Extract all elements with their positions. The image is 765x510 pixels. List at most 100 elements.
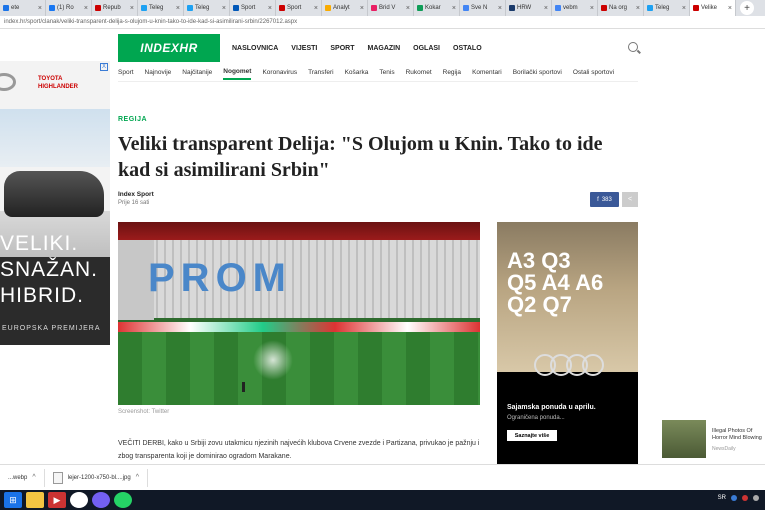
subnav-item[interactable]: Borilački sportovi	[513, 66, 562, 79]
close-tab-icon[interactable]: ×	[360, 5, 364, 12]
alert-icon[interactable]	[742, 495, 748, 501]
browser-tab[interactable]: vebm ×	[552, 0, 598, 16]
facebook-icon: f	[597, 196, 599, 203]
ad-close-icon[interactable]: X	[99, 63, 108, 71]
tab-favicon-icon	[647, 5, 653, 11]
download-item[interactable]: lejer-1200-x750-bl....jpg ^	[45, 468, 148, 487]
subnav-item[interactable]: Ostali sportovi	[573, 66, 614, 79]
subnav-item[interactable]: Košarka	[345, 66, 369, 79]
close-tab-icon[interactable]: ×	[176, 5, 180, 12]
network-icon[interactable]	[731, 495, 737, 501]
close-tab-icon[interactable]: ×	[498, 5, 502, 12]
subnav-item[interactable]: Komentari	[472, 66, 502, 79]
chrome-icon[interactable]	[70, 492, 88, 508]
menu-item[interactable]: OSTALO	[453, 45, 482, 52]
menu-item[interactable]: MAGAZIN	[367, 45, 400, 52]
media-icon[interactable]: ▶	[48, 492, 66, 508]
browser-tab[interactable]: Teleg ×	[184, 0, 230, 16]
toyota-ad[interactable]: TOYOTA HIGHLANDER VELIKI. SNAŽAN. HIBRID.…	[0, 61, 110, 345]
tab-label: Teleg	[655, 5, 670, 11]
ad-cta-button[interactable]: Saznajte više	[507, 430, 557, 441]
start-icon[interactable]: ⊞	[4, 492, 22, 508]
subnav-item[interactable]: Transferi	[308, 66, 333, 79]
search-icon[interactable]	[628, 42, 638, 52]
ad-subline: Ograničena ponuda...	[507, 415, 565, 421]
browser-tab[interactable]: Sve N ×	[460, 0, 506, 16]
share-count: 383	[601, 196, 612, 203]
download-item[interactable]: ...webp ^	[0, 468, 45, 487]
browser-tab[interactable]: (1) Ro ×	[46, 0, 92, 16]
tab-favicon-icon	[509, 5, 515, 11]
menu-item[interactable]: OGLASI	[413, 45, 440, 52]
article-author[interactable]: Index Sport	[118, 191, 154, 198]
menu-item[interactable]: SPORT	[330, 45, 354, 52]
download-name: ...webp	[8, 474, 28, 481]
subnav-item[interactable]: Sport	[118, 66, 134, 79]
menu-item[interactable]: VIJESTI	[291, 45, 317, 52]
tab-favicon-icon	[463, 5, 469, 11]
close-tab-icon[interactable]: ×	[544, 5, 548, 12]
new-tab-button[interactable]: +	[740, 1, 754, 15]
browser-tab[interactable]: Velike ×	[690, 0, 736, 16]
chevron-up-icon[interactable]: ^	[136, 474, 139, 481]
tab-favicon-icon	[417, 5, 423, 11]
browser-tab[interactable]: Sport ×	[276, 0, 322, 16]
browser-tab[interactable]: HRW ×	[506, 0, 552, 16]
language-indicator[interactable]: SR	[718, 495, 726, 501]
browser-tab[interactable]: ete ×	[0, 0, 46, 16]
subnav-item[interactable]: Rukomet	[406, 66, 432, 79]
close-tab-icon[interactable]: ×	[222, 5, 226, 12]
chevron-up-icon[interactable]: ^	[32, 474, 35, 481]
close-tab-icon[interactable]: ×	[590, 5, 594, 12]
tab-label: HRW	[517, 5, 532, 11]
downloads-bar: ...webp ^ lejer-1200-x750-bl....jpg ^	[0, 464, 765, 490]
browser-tab[interactable]: Teleg ×	[644, 0, 690, 16]
tab-favicon-icon	[3, 5, 9, 11]
folder-icon[interactable]	[26, 492, 44, 508]
address-bar[interactable]: index.hr/sport/clanak/veliki-transparent…	[0, 16, 765, 29]
browser-tab[interactable]: Kokar ×	[414, 0, 460, 16]
promo-title[interactable]: Illegal Photos Of Horror Mind Blowing	[712, 428, 765, 442]
browser-tab[interactable]: Repub ×	[92, 0, 138, 16]
close-tab-icon[interactable]: ×	[636, 5, 640, 12]
close-tab-icon[interactable]: ×	[728, 5, 732, 12]
facebook-share-button[interactable]: f 383	[590, 192, 619, 207]
close-tab-icon[interactable]: ×	[268, 5, 272, 12]
subnav-item[interactable]: Najnovije	[145, 66, 172, 79]
browser-tab[interactable]: Sport ×	[230, 0, 276, 16]
subnav-item[interactable]: Najčitanije	[182, 66, 212, 79]
audi-ad[interactable]: A3 Q3 Q5 A4 A6 Q2 Q7 Sajamska ponuda u a…	[497, 222, 638, 464]
sponsored-widget[interactable]: Illegal Photos Of Horror Mind Blowing Ne…	[662, 420, 765, 460]
subnav-item[interactable]: Nogomet	[223, 65, 252, 80]
close-tab-icon[interactable]: ×	[406, 5, 410, 12]
close-tab-icon[interactable]: ×	[38, 5, 42, 12]
article-category[interactable]: REGIJA	[118, 116, 147, 123]
taskbar: ⊞ ▶ SR	[0, 490, 765, 510]
article-body: VEČITI DERBI, kako u Srbiji zovu utakmic…	[118, 440, 480, 460]
subnav-item[interactable]: Tenis	[379, 66, 394, 79]
menu-item[interactable]: NASLOVNICA	[232, 45, 278, 52]
ad-headline: VELIKI. SNAŽAN. HIBRID.	[0, 232, 99, 307]
close-tab-icon[interactable]: ×	[130, 5, 134, 12]
tab-favicon-icon	[187, 5, 193, 11]
viber-icon[interactable]	[92, 492, 110, 508]
stadium-roof	[118, 222, 480, 240]
subnav-item[interactable]: Regija	[443, 66, 461, 79]
browser-tab[interactable]: Na org ×	[598, 0, 644, 16]
article-time: Prije 16 sati	[118, 200, 150, 206]
close-tab-icon[interactable]: ×	[314, 5, 318, 12]
ad-brand: TOYOTA HIGHLANDER	[38, 76, 78, 90]
browser-tab[interactable]: Analyt ×	[322, 0, 368, 16]
index-logo[interactable]: INDEXHR	[118, 34, 220, 62]
subnav-item[interactable]: Koronavirus	[262, 66, 297, 79]
whatsapp-icon[interactable]	[114, 492, 132, 508]
volume-icon[interactable]	[753, 495, 759, 501]
browser-tab[interactable]: Brid V ×	[368, 0, 414, 16]
tab-label: Sve N	[471, 5, 488, 11]
close-tab-icon[interactable]: ×	[452, 5, 456, 12]
close-tab-icon[interactable]: ×	[682, 5, 686, 12]
close-tab-icon[interactable]: ×	[84, 5, 88, 12]
browser-tab[interactable]: Teleg ×	[138, 0, 184, 16]
share-icon[interactable]: <	[622, 192, 638, 207]
car-image	[4, 171, 104, 217]
